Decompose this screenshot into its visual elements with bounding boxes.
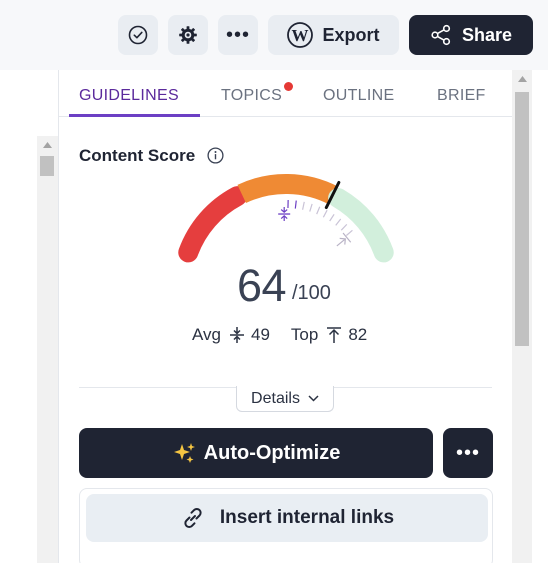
- internal-links-card: Insert internal links: [79, 488, 493, 563]
- auto-optimize-label: Auto-Optimize: [203, 441, 341, 464]
- avg-label: Avg: [192, 325, 221, 344]
- auto-optimize-button[interactable]: Auto-Optimize: [79, 428, 433, 478]
- avg-value: 49: [251, 325, 270, 344]
- sparkles-icon: [173, 443, 195, 463]
- gear-icon: [179, 26, 197, 44]
- scroll-up-arrow-icon[interactable]: [512, 70, 532, 88]
- wordpress-icon: W: [287, 22, 314, 48]
- gauge-low-segment: [178, 186, 248, 263]
- gauge-tick: [316, 206, 321, 215]
- top-marker-icon: [336, 232, 352, 247]
- gauge-tick: [309, 203, 313, 212]
- more-actions-button[interactable]: •••: [443, 428, 493, 478]
- ellipsis-icon: •••: [455, 442, 480, 464]
- panel-scrollbar[interactable]: [512, 70, 532, 563]
- editor-scrollbar[interactable]: [37, 136, 58, 563]
- check-button[interactable]: [118, 15, 158, 55]
- gauge-tick: [345, 229, 353, 236]
- editor-scrollbar-thumb[interactable]: [40, 156, 54, 176]
- export-label: Export: [322, 24, 380, 45]
- more-options-button[interactable]: •••: [218, 15, 258, 55]
- guidelines-panel: GUIDELINES TOPICS OUTLINE BRIEF Content …: [58, 70, 513, 563]
- top-icon: [327, 327, 342, 343]
- gauge-tick: [322, 209, 328, 218]
- top-value: 82: [348, 325, 368, 344]
- gauge-tick: [302, 201, 305, 210]
- avg-icon: [230, 327, 244, 343]
- settings-button[interactable]: [168, 15, 208, 55]
- link-icon: [184, 508, 202, 528]
- svg-text:W: W: [292, 26, 309, 45]
- check-circle-icon: [128, 25, 148, 45]
- share-icon: [431, 24, 451, 46]
- top-label: Top: [290, 325, 319, 344]
- gauge-tick: [329, 213, 335, 222]
- gauge-mid-segment: [237, 174, 339, 205]
- score-value: 64: [237, 260, 287, 311]
- share-button[interactable]: Share: [409, 15, 533, 55]
- score-max: /100: [292, 282, 331, 304]
- panel-scrollbar-thumb[interactable]: [515, 92, 529, 346]
- insert-internal-links-button[interactable]: Insert internal links: [86, 494, 488, 542]
- chevron-down-icon: [308, 395, 319, 402]
- details-label: Details: [251, 389, 300, 407]
- gauge-tick: [335, 218, 342, 226]
- gauge-tick: [340, 223, 348, 231]
- share-label: Share: [461, 24, 513, 45]
- insert-links-label: Insert internal links: [219, 507, 395, 528]
- window-edge: [532, 70, 548, 563]
- ellipsis-icon: •••: [225, 24, 250, 46]
- scroll-up-arrow-icon[interactable]: [37, 136, 58, 153]
- export-button[interactable]: W Export: [268, 15, 399, 55]
- gauge-tick: [294, 200, 297, 209]
- details-toggle-button[interactable]: Details: [236, 386, 334, 412]
- avg-top-summary: Avg 49 Top 82: [192, 325, 367, 345]
- top-toolbar: ••• W Export Share: [0, 0, 548, 70]
- avg-marker-icon: [278, 207, 291, 222]
